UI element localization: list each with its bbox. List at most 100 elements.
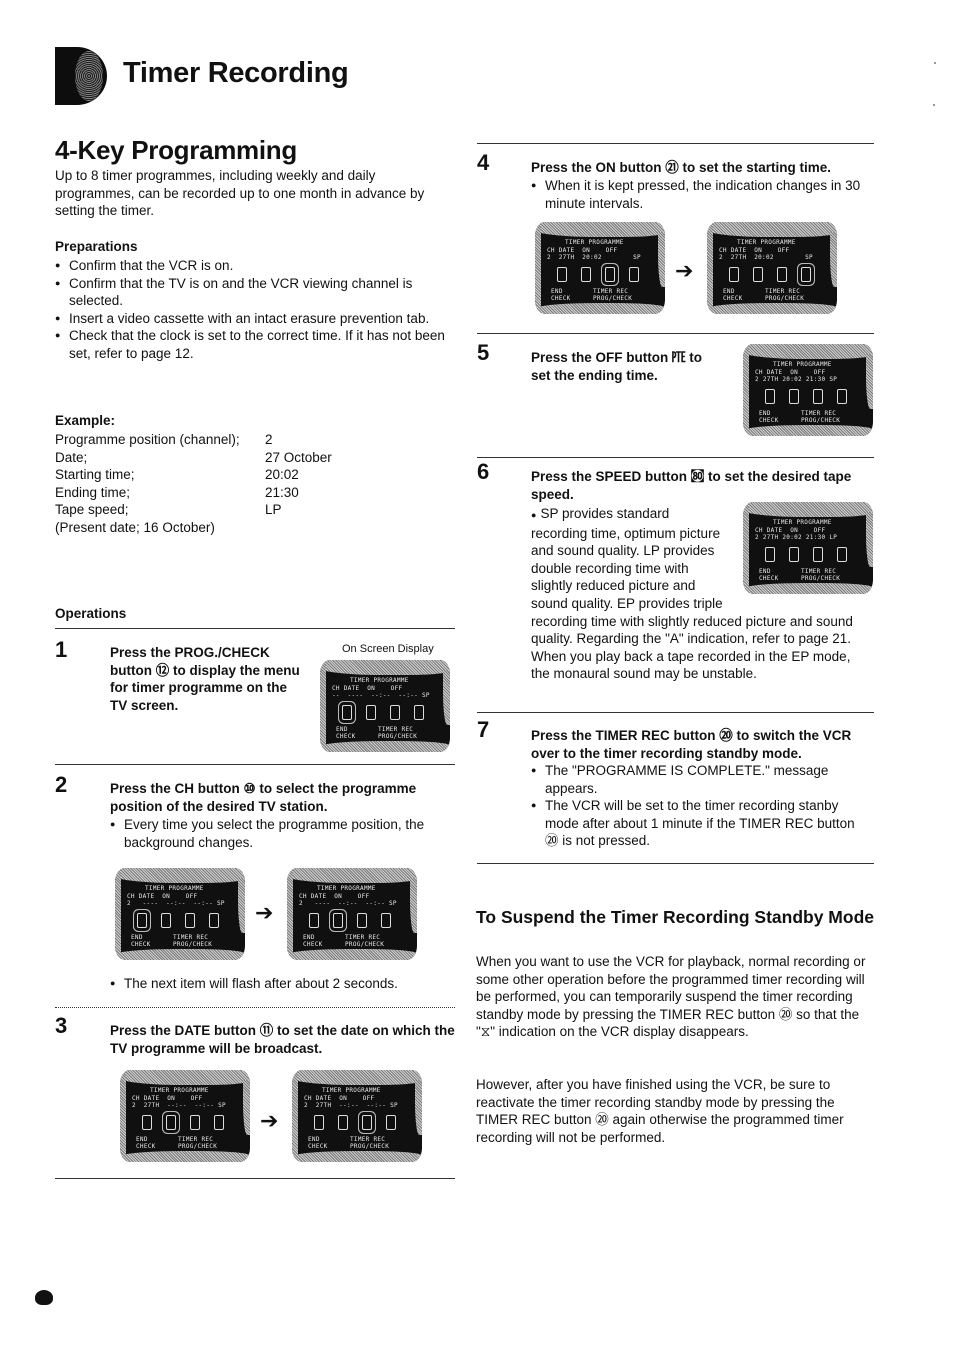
osd-key-icon	[342, 705, 352, 720]
screen-noise	[115, 868, 121, 960]
step-instruction: Press the SPEED button ㉏ to set the desi…	[531, 469, 852, 502]
screen-noise	[743, 344, 749, 436]
screen-noise	[320, 660, 326, 752]
example-row: Starting time; 20:02	[55, 466, 332, 484]
example-label: Date;	[55, 449, 88, 465]
step-number: 4	[477, 150, 490, 175]
osd-key-icon	[214, 1115, 224, 1130]
tv-screen-display: TIMER PROGRAMME CH DATE ON OFF 2 27TH 20:0…	[743, 344, 873, 436]
example-row: (Present date; 16 October)	[55, 519, 332, 537]
osd-columns: CH DATE ON OFF	[299, 893, 370, 900]
osd-footer-left: END CHECK	[759, 410, 779, 424]
tv-screen-display: TIMER PROGRAMME CH DATE ON OFF 2 27TH --:-…	[292, 1070, 422, 1162]
osd-title: TIMER PROGRAMME	[322, 1087, 381, 1094]
example-label: Ending time;	[55, 484, 131, 500]
osd-key-icon	[789, 389, 799, 404]
osd-footer-left: END CHECK	[336, 726, 356, 740]
screen-noise	[707, 303, 837, 314]
screen-noise	[287, 868, 293, 960]
example-row: Tape speed; LP	[55, 501, 332, 519]
step-instruction: Press the CH button ⑩ to select the prog…	[110, 781, 417, 814]
step-number: 2	[55, 772, 68, 797]
step-number: 1	[55, 637, 68, 662]
osd-footer-left: END CHECK	[136, 1136, 156, 1150]
osd-key-icon	[362, 1115, 372, 1130]
osd-columns: CH DATE ON OFF	[132, 1095, 203, 1102]
step-bullets: When it is kept pressed, the indication …	[531, 177, 876, 212]
osd-key-icon	[629, 267, 639, 282]
example-row: Date; 27 October	[55, 449, 332, 467]
osd-values: 2 27TH --:-- --:-- SP	[132, 1102, 226, 1109]
suspend-paragraph: However, after you have finished using t…	[476, 1077, 844, 1145]
example-row: Ending time; 21:30	[55, 484, 332, 502]
preparations-heading: Preparations	[55, 239, 138, 254]
step-bullets: The "PROGRAMME IS COMPLETE." message app…	[531, 762, 871, 850]
step-number: 7	[477, 717, 490, 742]
osd-footer-right: TIMER REC PROG/CHECK	[765, 288, 805, 302]
example-value: LP	[265, 502, 282, 518]
screen-noise	[410, 878, 417, 933]
osd-values: 2 ---- --:-- --:-- SP	[299, 900, 397, 907]
tv-screen-display: TIMER PROGRAMME CH DATE ON OFF 2 27TH 20:0…	[707, 222, 837, 314]
step-instruction: Press the TIMER REC button ⑳ to switch t…	[531, 728, 852, 761]
screen-noise	[292, 1070, 422, 1085]
divider	[477, 863, 874, 864]
osd-title: TIMER PROGRAMME	[145, 885, 204, 892]
osd-footer-right: TIMER REC PROG/CHECK	[350, 1136, 390, 1150]
screen-noise	[830, 232, 837, 287]
osd-key-icon	[386, 1115, 396, 1130]
step-number: 3	[55, 1013, 68, 1038]
screen-noise	[866, 512, 873, 567]
osd-key-icon	[390, 705, 400, 720]
osd-footer-left: END CHECK	[308, 1136, 328, 1150]
divider	[55, 1007, 455, 1008]
scan-speck	[933, 104, 935, 106]
screen-noise	[120, 1151, 250, 1162]
step-bullet: When it is kept pressed, the indication …	[531, 177, 876, 212]
osd-key-icon	[765, 389, 775, 404]
step-instruction: Press the ON button ㉑ to set the startin…	[531, 160, 832, 175]
screen-noise	[535, 303, 665, 314]
osd-key-icon	[338, 1115, 348, 1130]
divider	[477, 712, 874, 713]
step-bullet: Every time you select the programme posi…	[110, 816, 455, 851]
preparation-item: Confirm that the TV is on and the VCR vi…	[55, 275, 455, 310]
osd-values: 2 ---- --:-- --:-- SP	[127, 900, 225, 907]
screen-noise	[243, 1080, 250, 1135]
screen-noise	[287, 949, 417, 960]
osd-footer-left: END CHECK	[303, 934, 323, 948]
osd-key-icon	[333, 913, 343, 928]
page-title: Timer Recording	[123, 57, 349, 89]
osd-values: 2 27TH --:-- --:-- SP	[304, 1102, 398, 1109]
step-bullet: The "PROGRAMME IS COMPLETE." message app…	[531, 762, 871, 797]
osd-key-icon	[381, 913, 391, 928]
preparations-list: Confirm that the VCR is on. Confirm that…	[55, 257, 455, 363]
osd-key-icon	[777, 267, 787, 282]
screen-noise	[320, 660, 450, 675]
osd-key-icon	[557, 267, 567, 282]
screen-noise	[443, 670, 450, 725]
osd-title: TIMER PROGRAMME	[737, 239, 796, 246]
arrow-right-icon: ➔	[260, 1108, 279, 1133]
osd-key-icon	[161, 913, 171, 928]
osd-key-icon	[729, 267, 739, 282]
divider	[477, 143, 874, 144]
osd-columns: CH DATE ON OFF	[547, 247, 618, 254]
step-bullet: The VCR will be set to the timer recordi…	[531, 797, 871, 850]
screen-noise	[320, 741, 450, 752]
screen-noise	[743, 425, 873, 436]
osd-columns: CH DATE ON OFF	[304, 1095, 375, 1102]
screen-noise	[287, 868, 417, 883]
divider	[55, 764, 455, 765]
osd-key-icon	[366, 705, 376, 720]
screen-noise	[120, 1070, 126, 1162]
example-label: Starting time;	[55, 467, 135, 483]
screen-noise	[115, 868, 245, 883]
page-corner-mark-icon	[35, 1290, 53, 1305]
preparation-item: Insert a video cassette with an intact e…	[55, 310, 455, 328]
osd-title: TIMER PROGRAMME	[150, 1087, 209, 1094]
step-number: 6	[477, 459, 490, 484]
osd-footer-right: TIMER REC PROG/CHECK	[801, 410, 841, 424]
tv-screen-display: TIMER PROGRAMME CH DATE ON OFF -- ---- --:…	[320, 660, 450, 752]
screen-noise	[743, 344, 873, 359]
